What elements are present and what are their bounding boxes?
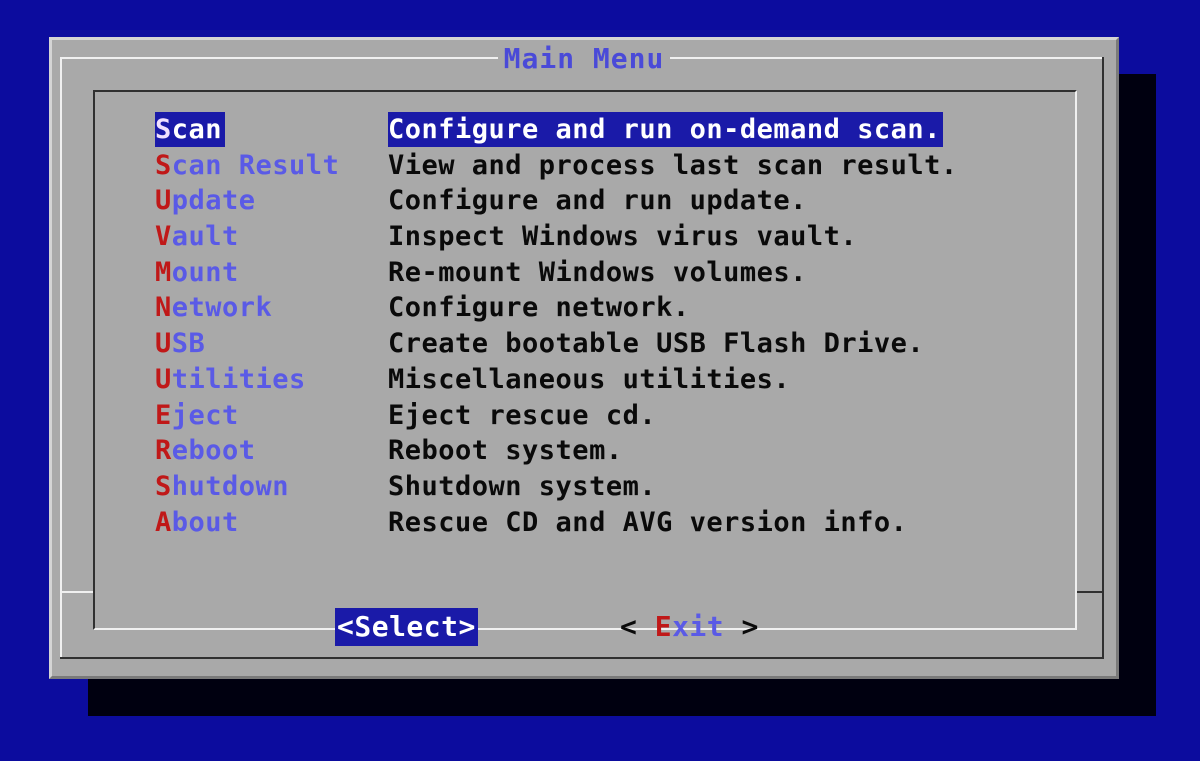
menu-item-hotkey: S bbox=[155, 114, 172, 145]
exit-button-label: xit bbox=[672, 610, 725, 643]
menu-item-tag-rest: eboot bbox=[171, 435, 256, 467]
menu-item-description: Eject rescue cd. bbox=[388, 399, 657, 431]
menu-item-hotkey: U bbox=[155, 185, 172, 217]
menu-item-tag: Utilities bbox=[155, 362, 306, 397]
separator-right bbox=[1077, 591, 1102, 593]
menu-item-tag: About bbox=[155, 505, 239, 540]
menu-item-hotkey: N bbox=[155, 292, 172, 324]
menu-item-tag: Scan bbox=[155, 112, 226, 147]
frame-left bbox=[60, 57, 62, 659]
menu-item-hotkey: A bbox=[155, 506, 172, 538]
menu-item-tag: Eject bbox=[155, 398, 239, 433]
menu-item-tag-rest: can Result bbox=[171, 149, 340, 181]
frame-top bbox=[60, 57, 1104, 59]
menu-item-hotkey: S bbox=[155, 470, 172, 502]
frame-bottom bbox=[60, 657, 1104, 659]
menu-item-description: Configure network. bbox=[388, 292, 690, 324]
menu-item-tag-rest: hutdown bbox=[171, 470, 290, 502]
separator-left bbox=[60, 591, 93, 593]
menu-item-hotkey: E bbox=[155, 399, 172, 431]
menu-item-tag-rest: ject bbox=[171, 399, 239, 431]
menu-item-tag: Scan Result bbox=[155, 148, 339, 183]
button-bar: <Select> < Exit > bbox=[52, 608, 1116, 648]
exit-button-hotkey: E bbox=[654, 610, 673, 643]
main-menu-dialog: Main Menu Scan Configure and run on-dema… bbox=[49, 37, 1119, 679]
menu-item-description: Shutdown system. bbox=[388, 470, 657, 502]
menu-item-hotkey: U bbox=[155, 363, 172, 395]
menu-item-hotkey: R bbox=[155, 435, 172, 467]
exit-button-open: < bbox=[620, 610, 655, 643]
frame-right bbox=[1102, 57, 1104, 659]
menu-item-hotkey: M bbox=[155, 256, 172, 288]
menu-item-tag-rest: can bbox=[171, 114, 223, 145]
menu-item-tag-rest: ault bbox=[171, 221, 239, 253]
menu-item-tag-rest: bout bbox=[171, 506, 239, 538]
menu-item-hotkey: S bbox=[155, 149, 172, 181]
menu-item-tag-rest: SB bbox=[171, 328, 206, 360]
menu-item-tag-rest: etwork bbox=[171, 292, 273, 324]
menu-item-description: Re-mount Windows volumes. bbox=[388, 256, 807, 288]
menu-item-tag: USB bbox=[155, 326, 205, 361]
exit-button[interactable]: < Exit > bbox=[620, 608, 759, 646]
menu-item-tag-rest: tilities bbox=[171, 363, 306, 395]
menu-item-description: Configure and run on-demand scan. bbox=[388, 112, 943, 147]
menu-item-hotkey: V bbox=[155, 221, 172, 253]
menu-item-description: Create bootable USB Flash Drive. bbox=[388, 328, 925, 360]
menu-item-description: Inspect Windows virus vault. bbox=[388, 221, 858, 253]
menu-item-tag-rest: pdate bbox=[171, 185, 256, 217]
menu-item-description: Configure and run update. bbox=[388, 185, 807, 217]
menu-item-tag-rest: ount bbox=[171, 256, 239, 288]
menu-item-description: Reboot system. bbox=[388, 435, 623, 467]
exit-button-close: > bbox=[724, 610, 759, 643]
menu-item-tag: Shutdown bbox=[155, 469, 289, 504]
menu-item-tag: Mount bbox=[155, 255, 239, 290]
select-button[interactable]: <Select> bbox=[335, 608, 478, 646]
menu-item-tag: Update bbox=[155, 183, 256, 218]
menu-item-description: Rescue CD and AVG version info. bbox=[388, 506, 908, 538]
menu-item-hotkey: U bbox=[155, 328, 172, 360]
menu-item-tag: Reboot bbox=[155, 433, 256, 468]
menu-item-tag: Vault bbox=[155, 219, 239, 254]
menu-item-description: Miscellaneous utilities. bbox=[388, 363, 791, 395]
menu-item-tag: Network bbox=[155, 290, 272, 325]
menu-item-description: View and process last scan result. bbox=[388, 149, 958, 181]
